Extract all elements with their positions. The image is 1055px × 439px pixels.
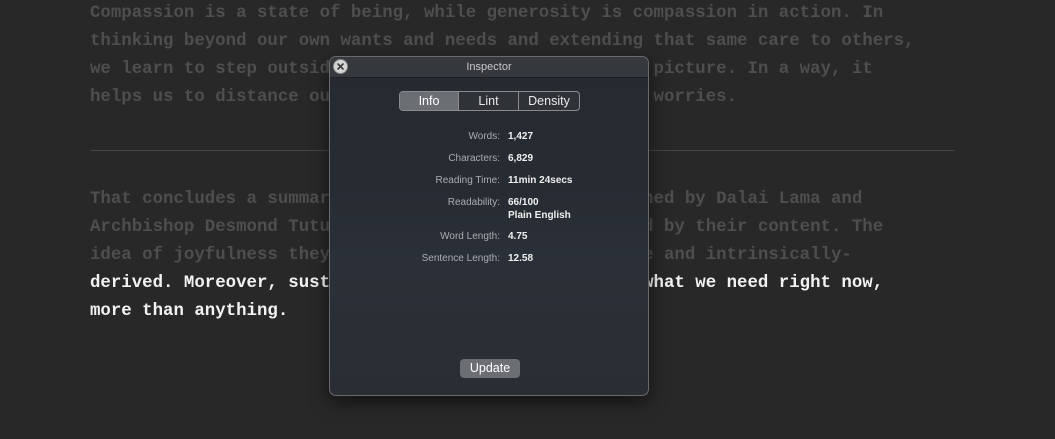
stat-value: 66/100: [508, 197, 539, 208]
inspector-panel: Inspector Info Lint Density Words: 1,427…: [329, 56, 649, 396]
stat-label: Readability:: [447, 197, 500, 208]
stat-label: Characters:: [448, 153, 500, 164]
stat-label: Sentence Length:: [421, 253, 500, 264]
close-icon: [337, 63, 344, 70]
tab-info[interactable]: Info: [400, 92, 458, 110]
inspector-tabs: Info Lint Density: [399, 91, 580, 111]
stat-value: 1,427: [508, 131, 534, 142]
stat-label: Words:: [468, 131, 501, 142]
stat-detail: Plain English: [508, 210, 571, 221]
stat-value: 11min 24secs: [508, 175, 573, 186]
stat-label: Word Length:: [440, 231, 500, 242]
stat-value: 6,829: [508, 153, 534, 164]
text-line: thinking beyond our own wants and needs …: [90, 32, 915, 51]
stat-value: 4.75: [508, 231, 528, 242]
update-button[interactable]: Update: [460, 359, 520, 378]
inspector-titlebar[interactable]: Inspector: [330, 57, 648, 78]
tab-density[interactable]: Density: [518, 92, 579, 110]
tab-lint[interactable]: Lint: [458, 92, 518, 110]
close-button[interactable]: [333, 59, 348, 74]
stat-label: Reading Time:: [435, 175, 500, 186]
stat-value: 12.58: [508, 253, 534, 264]
inspector-title: Inspector: [466, 61, 512, 73]
text-line: Compassion is a state of being, while ge…: [90, 4, 884, 23]
